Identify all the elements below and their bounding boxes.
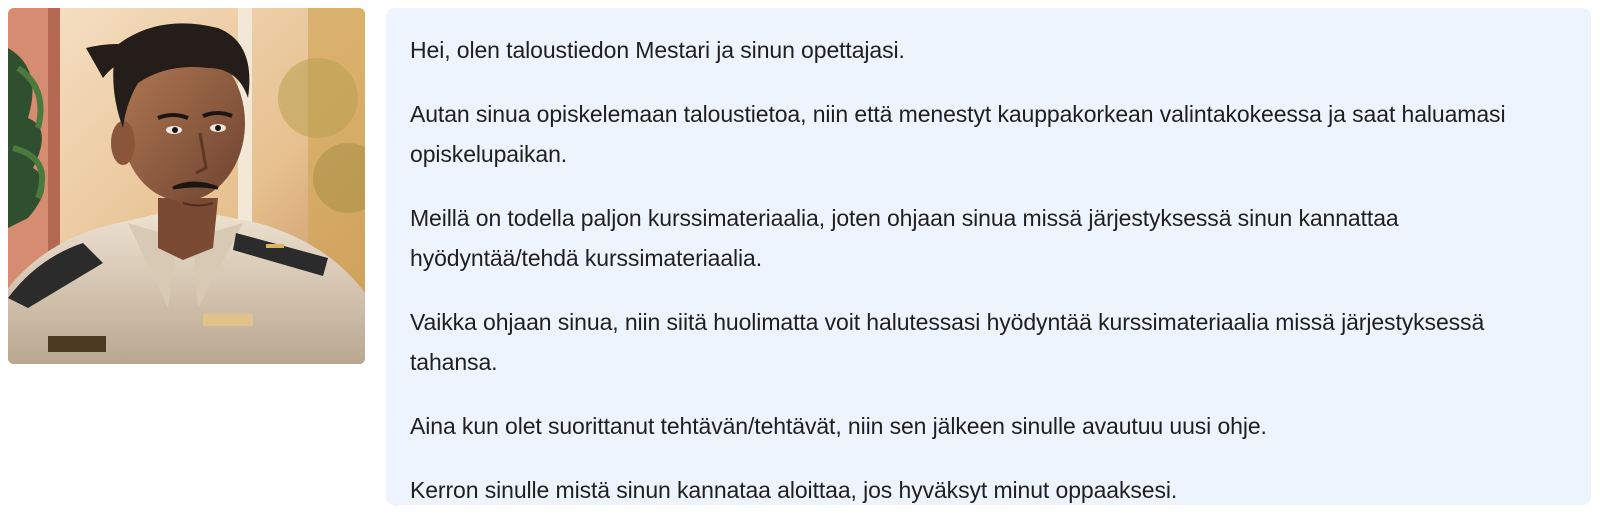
message-paragraph: Autan sinua opiskelemaan taloustietoa, n… bbox=[410, 101, 1506, 167]
message-paragraph: Kerron sinulle mistä sinun kannataa aloi… bbox=[410, 477, 1178, 503]
assistant-message-bubble: Hei, olen taloustiedon Mestari ja sinun … bbox=[386, 8, 1591, 505]
bubble-tail bbox=[386, 497, 406, 507]
message-paragraph: Hei, olen taloustiedon Mestari ja sinun … bbox=[410, 37, 905, 63]
message-paragraph: Vaikka ohjaan sinua, niin siitä huolimat… bbox=[410, 309, 1485, 375]
avatar bbox=[8, 8, 365, 364]
teacher-portrait-avatar bbox=[8, 8, 365, 364]
message-paragraph: Meillä on todella paljon kurssimateriaal… bbox=[410, 205, 1399, 271]
message-paragraph: Aina kun olet suorittanut tehtävän/tehtä… bbox=[410, 413, 1267, 439]
